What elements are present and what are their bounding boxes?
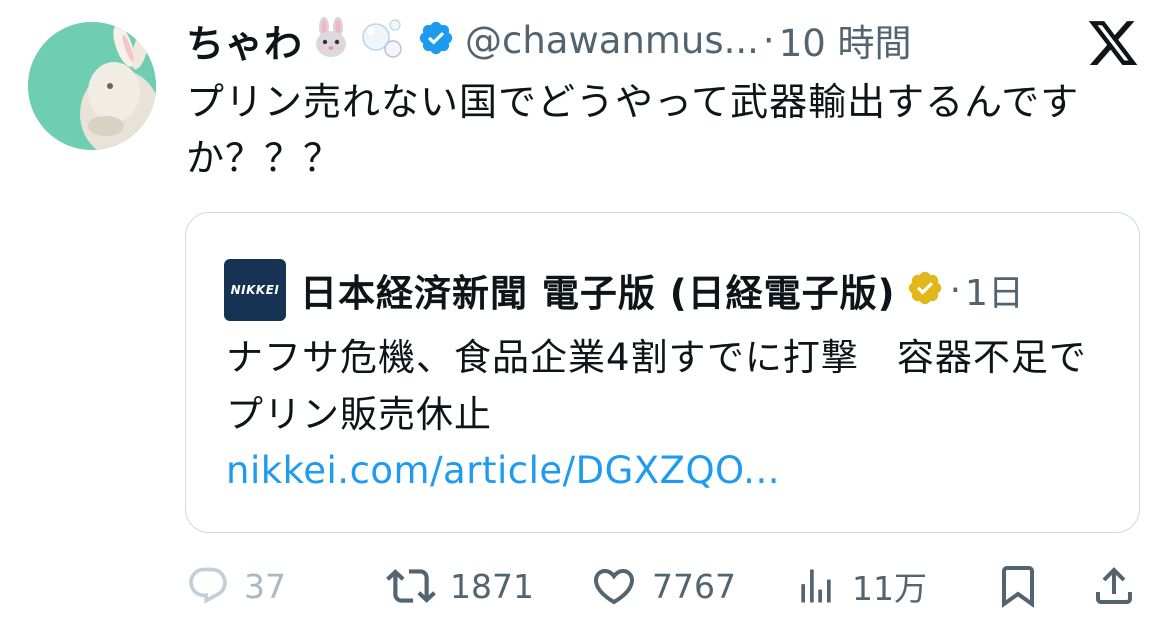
action-bar: 37 1871 7767 11万 [0,556,1170,616]
avatar-image [28,22,156,150]
separator-dot: · [762,18,775,62]
verified-badge-icon[interactable] [417,19,455,61]
quote-tweet-card[interactable]: NIKKEI 日本経済新聞 電子版 (日経電子版) · 1日 ナフサ危機、食品企… [185,212,1140,533]
retweet-count: 1871 [450,566,534,606]
like-button[interactable]: 7767 [590,556,736,616]
quote-timestamp[interactable]: 1日 [965,264,1024,316]
handle[interactable]: @chawanmus... [465,19,759,62]
reply-button[interactable]: 37 [186,556,286,616]
quote-author-name[interactable]: 日本経済新聞 電子版 (日経電子版) [300,263,896,317]
share-icon [1096,567,1132,604]
rabbit-face-icon [309,16,353,64]
avatar[interactable] [28,22,156,150]
timestamp[interactable]: 10 時間 [779,13,912,67]
quote-link[interactable]: nikkei.com/article/DGXZQO... [226,449,780,492]
reply-icon [189,567,227,604]
views-count: 11万 [852,569,927,608]
retweet-button[interactable]: 1871 [386,556,534,616]
nikkei-logo-text: NIKKEI [230,283,280,297]
quote-text: ナフサ危機、食品企業4割すでに打撃 容器不足でプリン販売休止 [226,336,1087,436]
share-button[interactable] [1090,556,1138,616]
reply-count: 37 [244,566,286,606]
bookmark-icon [1002,566,1034,608]
quote-header: NIKKEI 日本経済新聞 電子版 (日経電子版) · 1日 [224,259,1024,321]
gold-verified-badge-icon[interactable] [906,269,944,311]
tweet-header: ちゃわ @chawanmus... · 10 時間 [186,14,912,66]
display-name[interactable]: ちゃわ [186,13,303,68]
quote-separator-dot: · [949,269,962,311]
bubbles-icon [359,15,405,65]
nikkei-logo[interactable]: NIKKEI [224,259,286,321]
tweet-text: プリン売れない国でどうやって武器輸出するんですか？？？ [186,80,1080,180]
views-icon [801,569,831,603]
x-logo-icon [1086,16,1140,70]
heart-icon [593,569,635,605]
views-button[interactable]: 11万 [794,556,927,616]
bookmark-button[interactable] [994,556,1042,616]
like-count: 7767 [652,566,736,606]
retweet-icon [386,569,436,603]
